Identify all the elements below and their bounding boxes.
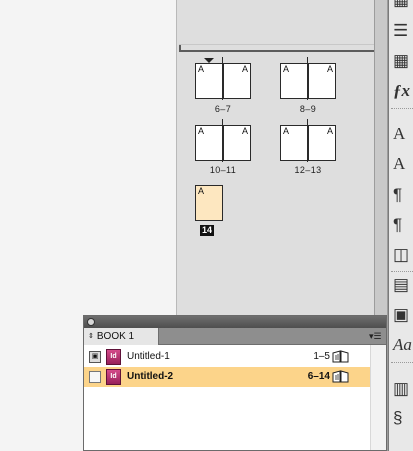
glyphs-icon[interactable]: Aa	[389, 333, 413, 357]
master-prefix: A	[241, 126, 248, 136]
book-document-list: ▣ Id Untitled-1 1–5 Id Untitled-2 6–14	[84, 345, 386, 450]
paragraph-styles-icon[interactable]: ¶	[389, 213, 413, 237]
info-icon[interactable]: ▥	[389, 377, 413, 401]
page-thumbnail[interactable]: A	[195, 125, 223, 161]
close-icon[interactable]	[87, 318, 95, 326]
book-list-scrollbar[interactable]	[370, 345, 386, 450]
master-prefix: A	[198, 64, 205, 74]
book-panel-titlebar[interactable]	[84, 316, 386, 328]
master-pages-divider[interactable]	[179, 45, 386, 52]
fx-icon[interactable]: ƒx	[389, 79, 413, 103]
page-number-badge: 14	[200, 225, 215, 236]
align-icon[interactable]: ▤	[389, 273, 413, 297]
book-document-row-selected[interactable]: Id Untitled-2 6–14	[84, 367, 370, 387]
book-panel: ⇕ BOOK 1 ▾☰ ▣ Id Untitled-1 1–5 Id Untit	[83, 315, 387, 451]
spread-label: 10–11	[209, 165, 237, 175]
open-book-icon	[332, 370, 349, 383]
tab-book[interactable]: ⇕ BOOK 1	[84, 328, 159, 345]
paragraph-icon[interactable]: ¶	[389, 183, 413, 207]
spread-spine	[307, 57, 308, 100]
character-icon[interactable]: A	[389, 122, 413, 146]
text-wrap-icon[interactable]: ◫	[389, 243, 413, 267]
master-prefix: A	[198, 126, 205, 136]
page-thumbnail[interactable]: A	[223, 63, 251, 99]
book-document-row[interactable]: ▣ Id Untitled-1 1–5	[84, 347, 370, 367]
page-thumbnail[interactable]: A	[308, 125, 336, 161]
pages-panel-divider	[179, 44, 386, 45]
panel-icon-dock: ▦ ☰ ▦ ƒx A A ¶ ¶ ◫ ▤ ▣ Aa ▥ §	[388, 0, 413, 451]
spread-spine	[307, 119, 308, 162]
table-icon[interactable]: ▦	[389, 49, 413, 73]
pathfinder-icon[interactable]: ▣	[389, 303, 413, 327]
swatches-icon[interactable]: ▦	[389, 0, 413, 12]
document-page-range: 1–5	[313, 351, 330, 362]
updown-icon: ⇕	[88, 333, 94, 340]
script-icon[interactable]: §	[389, 406, 413, 430]
icon-group-divider	[391, 271, 413, 272]
panel-menu-icon[interactable]: ▾☰	[369, 331, 383, 342]
master-prefix: A	[198, 186, 205, 196]
master-prefix: A	[283, 126, 290, 136]
spread-spine	[222, 57, 223, 100]
indesign-document-icon: Id	[106, 349, 121, 365]
sync-checkbox[interactable]	[89, 371, 101, 383]
spread-label: 8–9	[299, 104, 317, 114]
page-thumbnail[interactable]: A	[223, 125, 251, 161]
document-page-range: 6–14	[307, 371, 330, 382]
tab-label: BOOK 1	[96, 331, 135, 342]
character-styles-icon[interactable]: A	[389, 152, 413, 176]
sync-source-icon[interactable]: ▣	[89, 351, 101, 363]
indesign-document-icon: Id	[106, 369, 121, 385]
icon-group-divider	[391, 108, 413, 109]
document-name: Untitled-2	[127, 371, 174, 382]
open-book-icon	[332, 350, 349, 363]
document-name: Untitled-1	[127, 351, 170, 362]
page-thumbnail[interactable]: A	[280, 125, 308, 161]
page-thumbnail[interactable]: A	[195, 63, 223, 99]
master-prefix: A	[283, 64, 290, 74]
stroke-icon[interactable]: ☰	[389, 19, 413, 43]
app-window: A A 6–7 A A 8–9 A A 10–11 A A 12–13 A 14…	[0, 0, 413, 451]
page-thumbnail[interactable]: A	[308, 63, 336, 99]
master-prefix: A	[326, 126, 333, 136]
master-prefix: A	[241, 64, 248, 74]
spread-label: 6–7	[214, 104, 232, 114]
spread-label: 12–13	[294, 165, 322, 175]
book-panel-tabbar: ⇕ BOOK 1 ▾☰	[84, 328, 386, 345]
page-thumbnail[interactable]: A	[280, 63, 308, 99]
master-prefix: A	[326, 64, 333, 74]
spread-spine	[222, 119, 223, 162]
page-thumbnail-selected[interactable]: A	[195, 185, 223, 221]
icon-group-divider	[391, 362, 413, 363]
